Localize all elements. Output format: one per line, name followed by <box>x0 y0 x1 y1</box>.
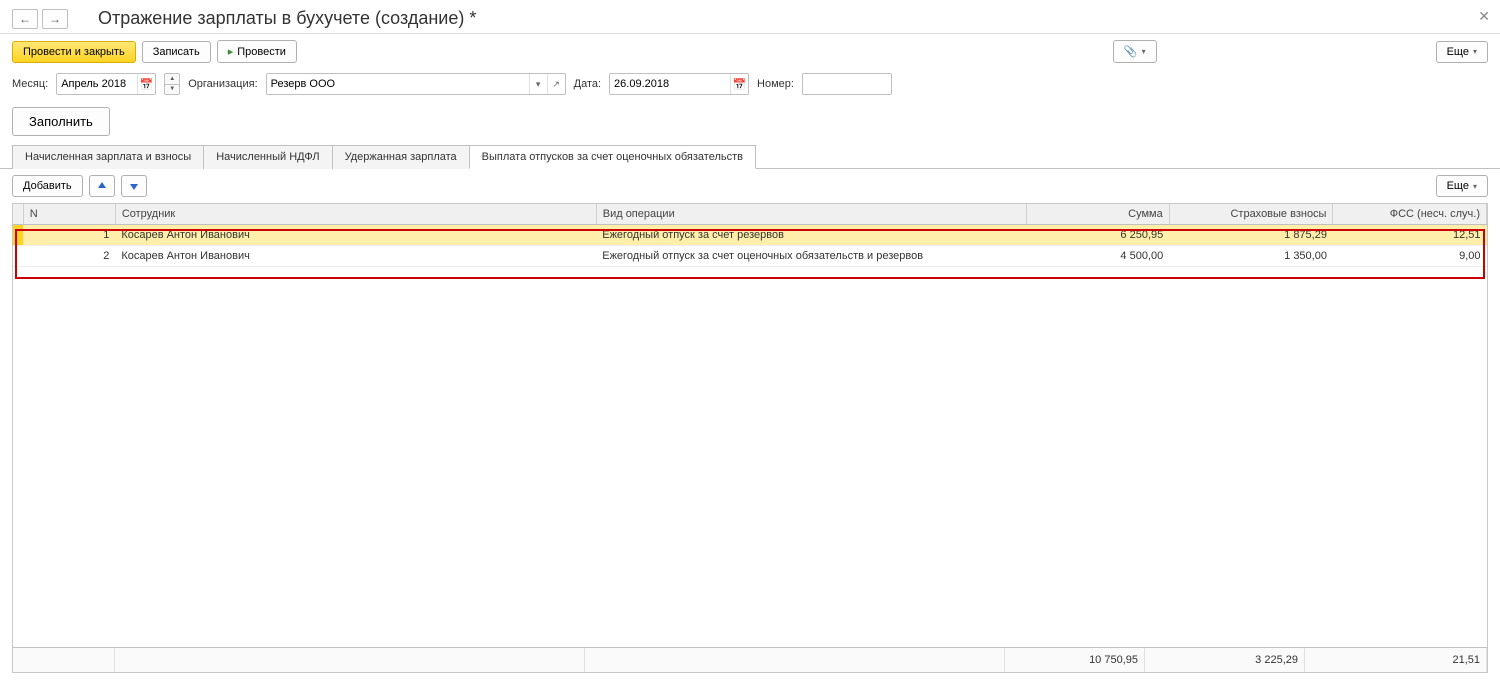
cell-sum: 6 250,95 <box>1026 225 1169 246</box>
tab-salary-contrib[interactable]: Начисленная зарплата и взносы <box>12 145 204 169</box>
chevron-down-icon: ▾ <box>1142 47 1146 56</box>
nav-back-button[interactable]: ← <box>12 9 38 29</box>
calendar-icon[interactable]: 📅 <box>137 74 155 94</box>
number-input[interactable] <box>803 74 891 94</box>
cell-insurance: 1 875,29 <box>1169 225 1333 246</box>
tab-withheld[interactable]: Удержанная зарплата <box>332 145 470 169</box>
fill-button[interactable]: Заполнить <box>12 107 110 136</box>
month-label: Месяц: <box>12 78 48 90</box>
post-button[interactable]: ▸ Провести <box>217 40 297 63</box>
stepper-up-icon[interactable]: ▲ <box>165 74 179 85</box>
add-row-button[interactable]: Добавить <box>12 175 83 197</box>
date-input[interactable] <box>610 74 730 94</box>
arrow-left-icon: ← <box>19 12 31 26</box>
write-button[interactable]: Записать <box>142 41 211 63</box>
data-table: N Сотрудник Вид операции Сумма Страховые… <box>12 203 1488 673</box>
cell-fss: 12,51 <box>1333 225 1487 246</box>
org-field[interactable]: ▾ ↗ <box>266 73 566 95</box>
more-label: Еще <box>1447 180 1469 192</box>
number-field[interactable] <box>802 73 892 95</box>
month-input[interactable] <box>57 74 137 94</box>
cell-n: 1 <box>23 225 115 246</box>
arrow-down-icon <box>128 180 140 192</box>
month-field[interactable]: 📅 <box>56 73 156 95</box>
titlebar: ← → Отражение зарплаты в бухучете (созда… <box>0 0 1500 34</box>
cell-employee: Косарев Антон Иванович <box>115 246 596 267</box>
org-label: Организация: <box>188 78 257 90</box>
col-fss[interactable]: ФСС (несч. случ.) <box>1333 204 1487 225</box>
number-label: Номер: <box>757 78 794 90</box>
chevron-down-icon: ▾ <box>1473 47 1477 56</box>
table-row[interactable]: 1Косарев Антон ИвановичЕжегодный отпуск … <box>13 225 1487 246</box>
paperclip-icon: 📎 <box>1124 45 1138 58</box>
chevron-down-icon[interactable]: ▾ <box>529 74 547 94</box>
cell-operation: Ежегодный отпуск за счет оценочных обяза… <box>596 246 1026 267</box>
close-icon[interactable]: ✕ <box>1478 8 1490 25</box>
calendar-icon[interactable]: 📅 <box>730 74 748 94</box>
stepper-down-icon[interactable]: ▼ <box>165 85 179 95</box>
date-field[interactable]: 📅 <box>609 73 749 95</box>
arrow-up-icon <box>96 180 108 192</box>
cell-insurance: 1 350,00 <box>1169 246 1333 267</box>
col-insurance[interactable]: Страховые взносы <box>1169 204 1333 225</box>
open-ref-icon[interactable]: ↗ <box>547 74 565 94</box>
post-icon: ▸ <box>228 45 234 58</box>
cell-operation: Ежегодный отпуск за счет резервов <box>596 225 1026 246</box>
table-row[interactable]: 2Косарев Антон ИвановичЕжегодный отпуск … <box>13 246 1487 267</box>
col-n[interactable]: N <box>23 204 115 225</box>
table-toolbar: Добавить Еще ▾ <box>0 169 1500 203</box>
month-stepper[interactable]: ▲ ▼ <box>164 73 180 95</box>
nav-forward-button[interactable]: → <box>42 9 68 29</box>
date-label: Дата: <box>574 78 601 90</box>
form-row: Месяц: 📅 ▲ ▼ Организация: ▾ ↗ Дата: 📅 Но… <box>0 69 1500 103</box>
table-header-row: N Сотрудник Вид операции Сумма Страховые… <box>13 204 1487 225</box>
more-label: Еще <box>1447 46 1469 58</box>
cell-n: 2 <box>23 246 115 267</box>
cell-employee: Косарев Антон Иванович <box>115 225 596 246</box>
main-toolbar: Провести и закрыть Записать ▸ Провести 📎… <box>0 34 1500 69</box>
tab-ndfl[interactable]: Начисленный НДФЛ <box>203 145 332 169</box>
total-sum: 10 750,95 <box>1005 648 1145 672</box>
total-insurance: 3 225,29 <box>1145 648 1305 672</box>
more-button-table[interactable]: Еще ▾ <box>1436 175 1488 197</box>
col-sum[interactable]: Сумма <box>1026 204 1169 225</box>
arrow-right-icon: → <box>49 12 61 26</box>
chevron-down-icon: ▾ <box>1473 182 1477 191</box>
col-operation[interactable]: Вид операции <box>596 204 1026 225</box>
cell-fss: 9,00 <box>1333 246 1487 267</box>
move-down-button[interactable] <box>121 175 147 197</box>
org-input[interactable] <box>267 74 529 94</box>
post-button-label: Провести <box>237 46 286 58</box>
move-up-button[interactable] <box>89 175 115 197</box>
attach-button[interactable]: 📎 ▾ <box>1113 40 1157 63</box>
col-employee[interactable]: Сотрудник <box>115 204 596 225</box>
save-and-close-button[interactable]: Провести и закрыть <box>12 41 136 63</box>
table-footer: 10 750,95 3 225,29 21,51 <box>13 647 1487 672</box>
total-fss: 21,51 <box>1305 648 1487 672</box>
tabs: Начисленная зарплата и взносы Начисленны… <box>0 144 1500 169</box>
tab-vacation-pay[interactable]: Выплата отпусков за счет оценочных обяза… <box>469 145 756 169</box>
cell-sum: 4 500,00 <box>1026 246 1169 267</box>
page-title: Отражение зарплаты в бухучете (создание)… <box>98 8 476 29</box>
more-button-top[interactable]: Еще ▾ <box>1436 41 1488 63</box>
